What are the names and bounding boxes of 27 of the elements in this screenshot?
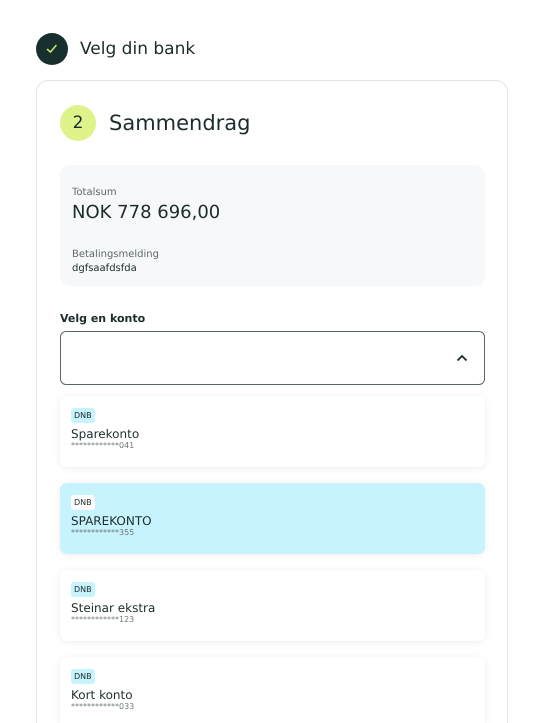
- account-number: ************033: [71, 702, 134, 711]
- total-amount: NOK 778 696,00: [72, 202, 222, 223]
- bank-tag: DNB: [71, 582, 95, 597]
- account-option[interactable]: DNB Kort konto ************033: [60, 657, 485, 723]
- step-number-badge: 2: [60, 105, 96, 141]
- message-label: Betalingsmelding: [72, 249, 160, 260]
- check-icon: [46, 44, 58, 54]
- field-label: Velg en konto: [60, 312, 146, 325]
- account-name: Sparekonto: [71, 427, 140, 441]
- account-option[interactable]: DNB Sparekonto ************041: [60, 396, 485, 467]
- step-title: Velg din bank: [80, 39, 196, 59]
- account-dropdown[interactable]: [60, 331, 485, 385]
- account-option[interactable]: DNB SPAREKONTO ************355: [60, 483, 485, 554]
- account-name: Steinar ekstra: [71, 601, 156, 615]
- bank-tag: DNB: [71, 669, 95, 684]
- account-number: ************123: [71, 615, 134, 624]
- account-number: ************041: [71, 441, 134, 450]
- caret-icon: [456, 354, 468, 362]
- bank-tag: DNB: [71, 408, 95, 423]
- message-value: dgfsaafdsfda: [72, 263, 138, 274]
- account-number: ************355: [71, 528, 134, 537]
- account-option[interactable]: DNB Steinar ekstra ************123: [60, 570, 485, 641]
- bank-tag: DNB: [71, 495, 95, 510]
- account-name: SPAREKONTO: [71, 514, 152, 528]
- step-title: Sammendrag: [109, 111, 251, 135]
- total-label: Totalsum: [72, 187, 118, 198]
- account-name: Kort konto: [71, 688, 133, 702]
